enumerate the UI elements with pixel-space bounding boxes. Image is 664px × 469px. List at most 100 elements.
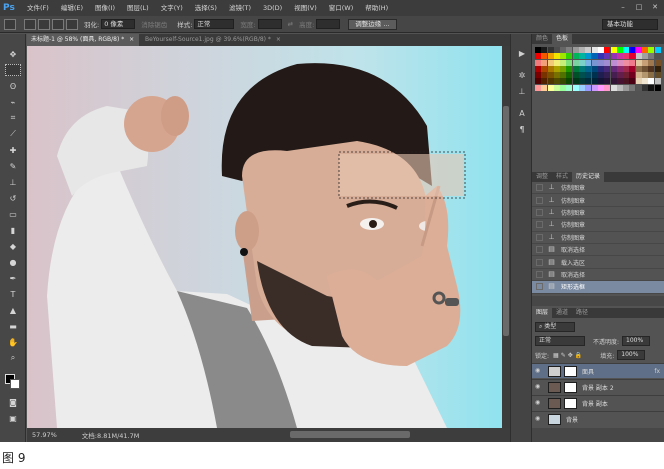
play-icon[interactable]: ▶ xyxy=(516,48,528,60)
swatch[interactable] xyxy=(604,84,611,91)
eye-icon[interactable]: ◉ xyxy=(535,416,543,422)
swatch[interactable] xyxy=(604,47,611,53)
feather-input[interactable]: 0 像素 xyxy=(101,19,136,29)
swatch[interactable] xyxy=(610,65,617,72)
height-input[interactable] xyxy=(316,19,341,29)
swatch[interactable] xyxy=(566,59,573,66)
swatch[interactable] xyxy=(585,53,592,60)
opacity-input[interactable]: 100% xyxy=(622,336,651,346)
swatch[interactable] xyxy=(616,47,623,53)
crop-tool-icon[interactable]: ⌗ xyxy=(5,112,21,124)
history-snapshot-checkbox[interactable] xyxy=(536,184,543,192)
layer-thumbnail[interactable] xyxy=(548,381,561,393)
screen-mode-icon[interactable]: ▣ xyxy=(5,412,21,424)
close-icon[interactable]: × xyxy=(129,36,134,43)
swatch[interactable] xyxy=(547,72,554,79)
swatch[interactable] xyxy=(642,84,649,91)
history-snapshot-checkbox[interactable] xyxy=(536,246,543,254)
swatch[interactable] xyxy=(635,53,642,60)
swatch[interactable] xyxy=(585,72,592,79)
history-item[interactable]: ⊥ 仿制图章 xyxy=(532,207,664,220)
swatch[interactable] xyxy=(535,59,541,66)
history-item[interactable]: ⊥ 仿制图章 xyxy=(532,219,664,232)
swatch[interactable] xyxy=(635,84,642,91)
swatch[interactable] xyxy=(553,47,560,53)
swatch[interactable] xyxy=(553,84,560,91)
swatch[interactable] xyxy=(585,84,592,91)
swatch[interactable] xyxy=(616,84,623,91)
swatch-grid[interactable] xyxy=(535,47,661,131)
swatch[interactable] xyxy=(654,72,661,79)
swatch[interactable] xyxy=(535,53,541,60)
swatch[interactable] xyxy=(566,47,573,53)
hand-tool-icon[interactable]: ✋ xyxy=(5,336,21,348)
swatch[interactable] xyxy=(560,59,567,66)
swatch[interactable] xyxy=(572,59,579,66)
close-window-button[interactable]: ✕ xyxy=(650,3,660,12)
tab-history[interactable]: 历史记录 xyxy=(572,172,605,182)
swatch[interactable] xyxy=(635,59,642,66)
swatch[interactable] xyxy=(547,47,554,53)
menu-filter[interactable]: 滤镜(T) xyxy=(223,0,257,16)
tab-channels[interactable]: 通道 xyxy=(552,308,572,318)
swatch[interactable] xyxy=(610,59,617,66)
swatch[interactable] xyxy=(654,47,661,53)
brush-tool-icon[interactable]: ✎ xyxy=(5,160,21,172)
layer-thumbnail[interactable] xyxy=(548,365,561,377)
swatch[interactable] xyxy=(541,65,548,72)
layer-effects-icon[interactable]: fx xyxy=(654,368,660,375)
blend-mode-select[interactable]: 正常 xyxy=(535,336,585,346)
swatch[interactable] xyxy=(648,59,655,66)
new-selection-icon[interactable] xyxy=(24,18,36,30)
swatch[interactable] xyxy=(560,65,567,72)
swatch[interactable] xyxy=(616,65,623,72)
swatch[interactable] xyxy=(591,47,598,53)
swatch[interactable] xyxy=(572,47,579,53)
history-snapshot-checkbox[interactable] xyxy=(536,196,543,204)
marquee-tool-icon[interactable] xyxy=(5,64,21,76)
swatch[interactable] xyxy=(629,72,636,79)
eraser-tool-icon[interactable]: ▭ xyxy=(5,208,21,220)
swatch[interactable] xyxy=(579,78,586,85)
tab-paths[interactable]: 路径 xyxy=(572,308,592,318)
swatch[interactable] xyxy=(648,78,655,85)
swatch[interactable] xyxy=(541,72,548,79)
swatch[interactable] xyxy=(572,65,579,72)
history-snapshot-checkbox[interactable] xyxy=(536,208,543,216)
swatch[interactable] xyxy=(648,84,655,91)
swatch[interactable] xyxy=(654,84,661,91)
vertical-scrollbar[interactable] xyxy=(502,46,510,428)
horizontal-scrollbar[interactable] xyxy=(290,431,410,438)
swatch[interactable] xyxy=(591,84,598,91)
menu-layer[interactable]: 图层(L) xyxy=(121,0,155,16)
swatch[interactable] xyxy=(553,65,560,72)
swatch[interactable] xyxy=(566,53,573,60)
tab-adjustments[interactable]: 调整 xyxy=(532,172,552,182)
layer-filter-select[interactable]: ⌕ 类型 xyxy=(535,322,575,332)
swatch[interactable] xyxy=(579,59,586,66)
swatch[interactable] xyxy=(547,78,554,85)
swatch[interactable] xyxy=(547,65,554,72)
swatch[interactable] xyxy=(623,78,630,85)
path-select-tool-icon[interactable]: ▲ xyxy=(5,304,21,316)
history-snapshot-checkbox[interactable] xyxy=(536,233,543,241)
swatch[interactable] xyxy=(629,65,636,72)
maximize-button[interactable]: □ xyxy=(634,3,644,12)
swatch[interactable] xyxy=(566,78,573,85)
menu-select[interactable]: 选择(S) xyxy=(189,0,223,16)
swatch[interactable] xyxy=(560,72,567,79)
swatch[interactable] xyxy=(560,84,567,91)
history-snapshot-checkbox[interactable] xyxy=(536,270,543,278)
eye-icon[interactable]: ◉ xyxy=(535,400,543,406)
swatch[interactable] xyxy=(591,78,598,85)
swatch[interactable] xyxy=(610,47,617,53)
swatch[interactable] xyxy=(635,78,642,85)
dodge-tool-icon[interactable]: ● xyxy=(5,256,21,268)
swatch[interactable] xyxy=(591,65,598,72)
swatch[interactable] xyxy=(654,53,661,60)
swatch[interactable] xyxy=(597,84,604,91)
swatch[interactable] xyxy=(579,47,586,53)
swatch[interactable] xyxy=(648,72,655,79)
swatch[interactable] xyxy=(579,72,586,79)
swatch[interactable] xyxy=(535,84,541,91)
